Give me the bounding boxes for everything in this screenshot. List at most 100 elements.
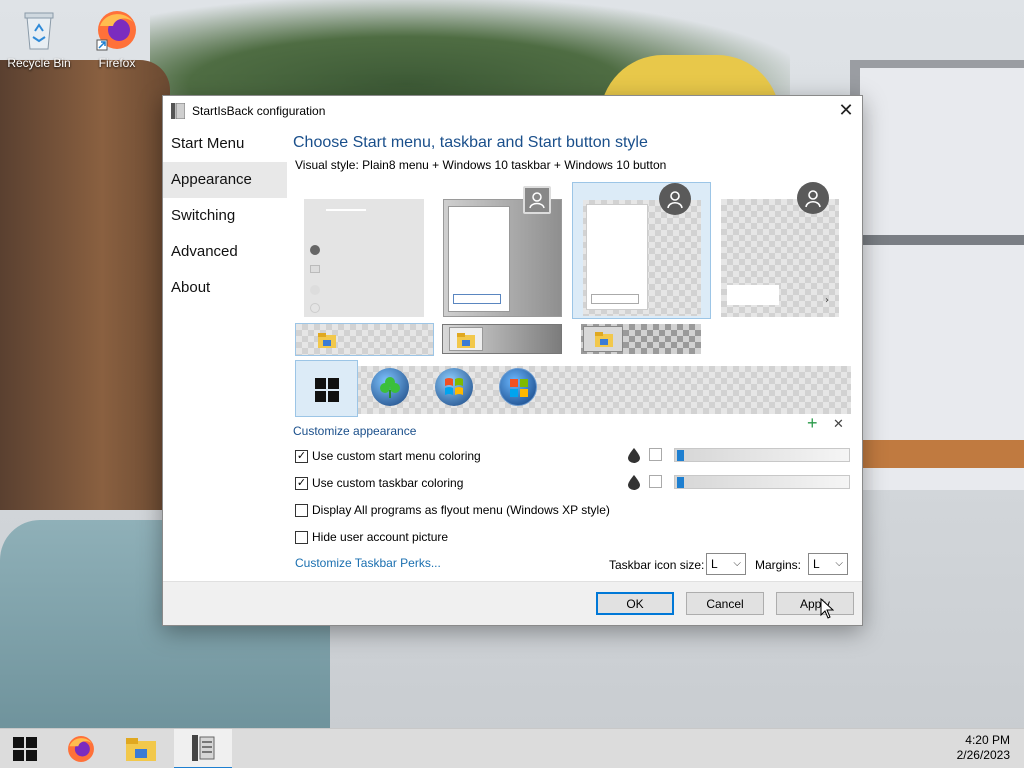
select-value: L [711, 557, 718, 571]
taskbar-file-explorer[interactable] [116, 729, 166, 768]
color-drop-icon[interactable] [628, 448, 640, 463]
startisback-dialog: StartIsBack configuration ✕ Start Menu A… [162, 95, 863, 626]
ok-button[interactable]: OK [596, 592, 674, 615]
file-explorer-icon [126, 738, 156, 761]
desktop-icon-recycle-bin[interactable]: Recycle Bin [4, 8, 74, 70]
startisback-app-icon [192, 735, 215, 761]
option-custom-start-menu-coloring[interactable]: ✓ Use custom start menu coloring [295, 449, 481, 463]
chevron-down-icon: ⌵ [835, 558, 843, 569]
menu-style-plain8[interactable] [304, 199, 424, 317]
desktop-icon-label: Recycle Bin [7, 56, 71, 70]
apply-button[interactable]: Apply [776, 592, 854, 615]
startisback-app-icon [171, 102, 185, 119]
margins-label: Margins: [755, 558, 802, 572]
windows10-logo-icon [315, 378, 339, 402]
option-flyout-all-programs[interactable]: Display All programs as flyout menu (Win… [295, 503, 610, 517]
start-button-clover[interactable] [371, 368, 409, 406]
taskbar-startisback[interactable] [174, 729, 232, 768]
checkbox-checked[interactable]: ✓ [295, 476, 308, 490]
search-box-mini [453, 294, 501, 304]
vista-logo-icon [510, 379, 528, 397]
wallpaper-rail [850, 235, 1024, 245]
taskbar-style-plain[interactable] [581, 324, 701, 354]
checkbox-checked[interactable]: ✓ [295, 449, 308, 463]
visual-style-text: Visual style: Plain8 menu + Windows 10 t… [295, 158, 667, 172]
sidebar-item-switching[interactable]: Switching [163, 198, 287, 234]
slider-thumb[interactable] [677, 477, 684, 488]
wallpaper-sill [850, 440, 1024, 468]
menu-style-line [326, 209, 366, 211]
sidebar-item-about[interactable]: About [163, 270, 287, 306]
option-custom-taskbar-coloring[interactable]: ✓ Use custom taskbar coloring [295, 476, 463, 490]
taskbar-firefox[interactable] [56, 729, 106, 768]
style-heading: Choose Start menu, taskbar and Start but… [293, 134, 648, 151]
start-button-windows7[interactable] [435, 368, 473, 406]
desktop-icon-firefox[interactable]: Firefox [82, 8, 152, 70]
checkbox-unchecked[interactable] [295, 503, 308, 517]
chevron-right-icon: › [825, 295, 829, 306]
start-button-windows10-selected[interactable] [295, 360, 358, 417]
wallpaper-window [850, 60, 1024, 490]
option-label: Use custom taskbar coloring [312, 476, 464, 490]
cancel-button[interactable]: Cancel [686, 592, 764, 615]
search-box-mini [591, 294, 639, 304]
title-bar[interactable]: StartIsBack configuration ✕ [163, 96, 862, 125]
sidebar-item-appearance[interactable]: Appearance [163, 162, 287, 198]
selected-style-preview [583, 200, 701, 316]
clock-time: 4:20 PM [965, 733, 1010, 747]
customize-taskbar-perks-link[interactable]: Customize Taskbar Perks... [295, 556, 441, 570]
close-icon[interactable]: ✕ [830, 96, 862, 125]
wallpaper-wood [0, 60, 170, 510]
select-value: L [813, 557, 820, 571]
windows7-logo-icon [445, 378, 463, 395]
menu-style-windows7[interactable] [443, 186, 562, 317]
taskbar-icon-size-label: Taskbar icon size: [609, 558, 705, 572]
color-swatch[interactable] [649, 448, 662, 461]
start-button[interactable] [0, 729, 50, 768]
sidebar-item-start-menu[interactable]: Start Menu [163, 126, 287, 162]
user-picture-icon [523, 186, 551, 214]
user-icon [310, 245, 320, 255]
taskbar-icon-size-select[interactable]: L ⌵ [706, 553, 746, 575]
taskbar-style-windows10-selected[interactable] [295, 323, 434, 356]
color-drop-icon[interactable] [628, 475, 640, 490]
appearance-panel: Choose Start menu, taskbar and Start but… [293, 134, 853, 172]
dialog-footer: OK Cancel Apply [163, 581, 862, 625]
taskbar: 4:20 PM 2/26/2023 [0, 728, 1024, 768]
documents-icon [310, 265, 320, 273]
dialog-title: StartIsBack configuration [192, 103, 326, 118]
sidebar-item-advanced[interactable]: Advanced [163, 234, 287, 270]
option-hide-user-picture[interactable]: Hide user account picture [295, 530, 448, 544]
clock-date: 2/26/2023 [956, 748, 1010, 762]
transparency-slider-start-menu[interactable] [674, 448, 850, 462]
customize-heading: Customize appearance [293, 424, 417, 438]
folder-icon [457, 333, 475, 348]
recycle-bin-icon [17, 8, 61, 52]
slider-thumb[interactable] [677, 450, 684, 461]
transparency-slider-taskbar[interactable] [674, 475, 850, 489]
system-clock[interactable]: 4:20 PM 2/26/2023 [957, 733, 1010, 763]
clover-icon [380, 377, 400, 398]
mouse-cursor-icon [820, 598, 834, 619]
option-label: Display All programs as flyout menu (Win… [312, 503, 610, 517]
add-icon[interactable]: + [807, 413, 818, 434]
folder-icon [318, 333, 336, 348]
settings-icon [310, 285, 320, 295]
color-swatch[interactable] [649, 475, 662, 488]
user-picture-icon [797, 182, 829, 214]
menu-style-plain8-selected[interactable] [572, 182, 711, 319]
user-picture-icon [659, 183, 691, 215]
option-label: Use custom start menu coloring [312, 449, 481, 463]
option-label: Hide user account picture [312, 530, 449, 544]
desktop-icon-label: Firefox [98, 56, 136, 70]
menu-style-windows10[interactable]: › [721, 199, 839, 317]
checkbox-unchecked[interactable] [295, 530, 308, 544]
folder-icon [595, 332, 613, 347]
menu-style-panel [727, 285, 779, 305]
start-button-vista[interactable] [499, 368, 537, 406]
taskbar-style-windows7[interactable] [442, 324, 562, 354]
firefox-icon [95, 8, 139, 52]
remove-icon[interactable]: ✕ [833, 416, 844, 432]
windows-logo-icon [13, 737, 37, 761]
margins-select[interactable]: L ⌵ [808, 553, 848, 575]
